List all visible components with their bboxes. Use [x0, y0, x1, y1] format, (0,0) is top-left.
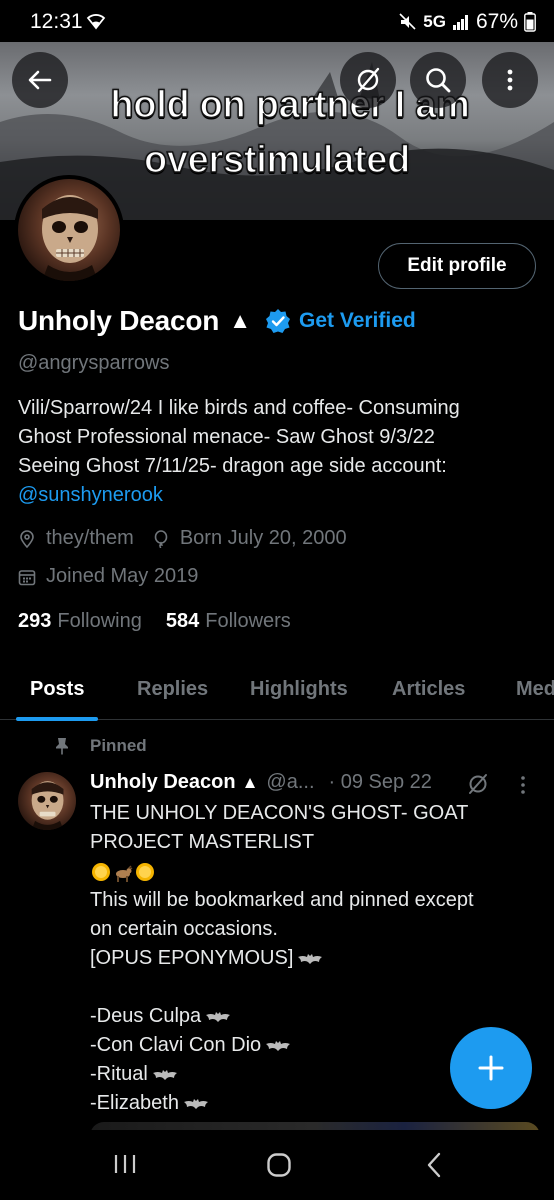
post-date[interactable]: · 09 Sep 22 — [329, 771, 432, 794]
back-icon[interactable] — [424, 1152, 444, 1178]
search-button[interactable] — [410, 52, 466, 108]
followers-count: 584 — [165, 610, 200, 632]
tab-replies[interactable]: Replies — [137, 678, 208, 701]
post-line: -Con Clavi Con Dio — [90, 1034, 262, 1056]
profile-avatar[interactable] — [14, 175, 124, 285]
more-vertical-icon — [507, 69, 513, 91]
home-icon[interactable] — [266, 1152, 292, 1178]
system-nav-bar — [0, 1130, 554, 1200]
bio-line: Ghost Professional menace- Saw Ghost 9/3… — [18, 426, 435, 448]
calendar-icon — [18, 569, 36, 585]
grok-icon — [357, 67, 380, 93]
profile-bio: Vili/Sparrow/24 I like birds and coffee-… — [18, 394, 538, 510]
post-more-icon[interactable] — [516, 774, 530, 796]
bat-emoji-icon — [298, 953, 323, 964]
goat-emoji-icon — [116, 864, 133, 882]
bat-emoji-icon — [183, 1098, 208, 1109]
bio-line: Vili/Sparrow/24 I like birds and coffee-… — [18, 397, 460, 419]
skull-face-avatar — [31, 781, 64, 830]
birthday: Born July 20, 2000 — [179, 527, 347, 549]
skull-face-avatar — [42, 195, 98, 281]
avatar-image — [18, 179, 120, 281]
display-name: Unholy Deacon — [18, 305, 220, 336]
bat-emoji-icon — [152, 1069, 177, 1080]
bat-emoji-icon — [266, 1040, 291, 1051]
back-arrow-icon — [28, 70, 52, 90]
post-author-symbol: ▲ — [241, 772, 259, 792]
battery-percent: 67% — [475, 10, 518, 33]
profile-meta-row: Joined May 2019 — [18, 565, 198, 588]
tab-articles[interactable]: Articles — [392, 678, 465, 701]
wifi-icon — [86, 14, 106, 30]
pronouns: they/them — [46, 527, 134, 549]
emoji-row — [90, 857, 540, 886]
get-verified-link[interactable]: Get Verified — [299, 309, 416, 333]
pinned-indicator: Pinned — [54, 736, 147, 756]
sun-emoji-icon — [92, 862, 110, 881]
bat-emoji-icon — [206, 1011, 231, 1022]
post-author-avatar[interactable] — [18, 772, 76, 830]
post-line-with-bat: -Deus Culpa — [90, 1002, 540, 1031]
location-pin-icon — [20, 529, 34, 548]
mute-icon — [399, 13, 416, 30]
post-author-handle[interactable]: @a... — [266, 771, 314, 794]
post-line-with-bat: [OPUS EPONYMOUS] — [90, 944, 540, 973]
joined-date: Joined May 2019 — [46, 565, 199, 587]
followers-link[interactable]: 584 Followers — [166, 610, 291, 633]
balloon-icon — [154, 529, 168, 548]
active-tab-indicator — [16, 717, 98, 721]
network-label: 5G — [423, 12, 446, 31]
name-symbol: ▲ — [229, 308, 251, 333]
following-label: Following — [57, 610, 142, 632]
status-right: 5G 67% — [399, 10, 536, 34]
post-line: -Ritual — [90, 1063, 148, 1085]
following-link[interactable]: 293 Following — [18, 610, 142, 633]
bio-line: Seeing Ghost 7/11/25- dragon age side ac… — [18, 455, 447, 477]
post-line: This will be bookmarked and pinned excep… — [90, 889, 474, 911]
signal-icon — [452, 15, 468, 30]
edit-profile-button[interactable]: Edit profile — [378, 243, 536, 289]
tab-media[interactable]: Media — [516, 678, 554, 701]
more-options-button[interactable] — [482, 52, 538, 108]
profile-handle: @angrysparrows — [18, 352, 170, 374]
tab-highlights[interactable]: Highlights — [250, 678, 348, 701]
status-time: 12:31 — [30, 10, 83, 33]
name-row: Unholy Deacon ▲ Get Verified — [18, 305, 416, 337]
post-line: PROJECT MASTERLIST — [90, 831, 315, 853]
post-line: -Deus Culpa — [90, 1005, 202, 1027]
follow-counts: 293 Following 584 Followers — [18, 610, 291, 633]
post-line: [OPUS EPONYMOUS] — [90, 947, 294, 969]
plus-icon — [478, 1055, 504, 1081]
profile-tabs: Posts Replies Highlights Articles Media — [0, 660, 554, 721]
profile-meta-row: they/them Born July 20, 2000 — [18, 527, 347, 550]
verified-badge-icon[interactable] — [265, 308, 291, 334]
bio-mention-link[interactable]: @sunshynerook — [18, 481, 538, 510]
following-count: 293 — [18, 610, 52, 632]
pin-icon — [56, 738, 68, 755]
followers-label: Followers — [205, 610, 291, 632]
back-button[interactable] — [12, 52, 68, 108]
post-line — [90, 973, 540, 1002]
grok-button[interactable] — [340, 52, 396, 108]
post-line: -Elizabeth — [90, 1092, 179, 1114]
post-author-name[interactable]: Unholy Deacon — [90, 771, 236, 794]
post-header: Unholy Deacon ▲ @a... · 09 Sep 22 — [90, 771, 432, 794]
battery-icon — [524, 12, 536, 32]
search-icon — [426, 68, 451, 93]
status-bar: 12:31 5G 67% — [0, 0, 554, 42]
sun-emoji-icon — [136, 862, 154, 881]
post-line: THE UNHOLY DEACON'S GHOST- GOAT — [90, 802, 469, 824]
compose-post-button[interactable] — [450, 1027, 532, 1109]
banner-caption-line1: hold on partner I am — [110, 83, 471, 127]
grok-icon[interactable] — [466, 772, 490, 796]
pinned-label: Pinned — [90, 736, 147, 755]
post-line: on certain occasions. — [90, 918, 278, 940]
recent-apps-icon[interactable] — [112, 1152, 138, 1176]
tab-posts[interactable]: Posts — [30, 678, 84, 701]
